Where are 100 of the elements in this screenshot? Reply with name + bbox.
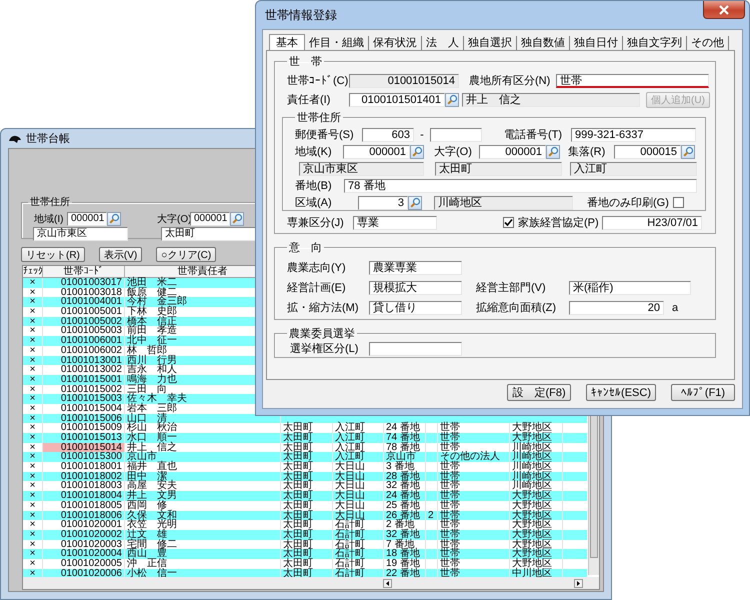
table-cell[interactable]: 01001018004 [43, 491, 125, 501]
column-header[interactable]: 世帯ｺｰﾄﾞ [43, 266, 125, 277]
table-cell: 大野地区 [510, 491, 563, 501]
table-cell: × [23, 491, 43, 501]
field-label: 家族経営協定(P) [518, 216, 600, 230]
checkbox[interactable] [503, 217, 514, 228]
group-title: 農業委員選挙 [288, 326, 356, 341]
unit-label: a [671, 302, 678, 314]
table-cell[interactable]: 01001006001 [43, 336, 125, 346]
table-cell: 井上 文男 [125, 491, 281, 501]
table-cell: 川崎地区 [510, 472, 563, 482]
search-icon[interactable] [546, 144, 560, 158]
table-cell: 大日山 [333, 491, 384, 501]
input-field[interactable]: 000001 [479, 144, 546, 158]
input-field[interactable]: 999-321-6337 [571, 128, 696, 142]
table-cell: 世帯 [438, 510, 510, 520]
field-label: 番地(B) [295, 178, 333, 193]
table-cell: × [23, 472, 43, 482]
input-field[interactable]: 世帯 [556, 74, 709, 88]
table-cell[interactable]: 01001020002 [43, 530, 125, 540]
input-field[interactable]: H23/07/01 [602, 216, 702, 230]
window-title: 世帯台帳 [26, 132, 70, 146]
table-cell: 世帯 [438, 472, 510, 482]
input-field[interactable]: 規模拡大 [369, 280, 462, 294]
column-header[interactable]: ﾁｪｯｸ [23, 266, 43, 277]
table-cell: 辻文 雄 [125, 530, 281, 540]
input-field[interactable]: 000015 [614, 144, 681, 158]
table-cell[interactable]: 01001020004 [43, 549, 125, 559]
dialog-button[interactable]: ﾍﾙﾌﾟ(F1) [671, 384, 735, 401]
input-field[interactable] [369, 342, 462, 356]
input-field[interactable]: 000001 [343, 144, 410, 158]
input-field[interactable]: 専業 [353, 216, 437, 230]
table-cell: 2 [426, 510, 438, 520]
table-cell: 28 番地 [384, 472, 426, 482]
input-field[interactable]: 78 番地 [344, 178, 697, 192]
search-icon[interactable] [410, 144, 424, 158]
input-field[interactable]: 米(稲作) [569, 280, 691, 294]
table-cell: 18 番地 [384, 549, 426, 559]
table-cell[interactable]: 01001003017 [43, 278, 125, 288]
table-cell: × [23, 510, 43, 520]
display-field: 京山市東区 [299, 162, 424, 176]
table-cell: 大野地区 [510, 549, 563, 559]
toolbar-button[interactable]: ○クリア(C) [156, 247, 216, 262]
field-label: 世帯ｺｰﾄﾞ(C) [287, 74, 349, 88]
toolbar-button[interactable]: リセット(R) [21, 247, 85, 262]
search-icon[interactable] [408, 196, 422, 210]
input-field[interactable]: 0100101501401 [349, 92, 445, 106]
field-label: 責任者(I) [287, 93, 332, 107]
table-cell: 大日山 [333, 472, 384, 482]
field-label: 専兼区分(J) [287, 216, 345, 230]
table-cell: 大野地区 [510, 433, 563, 443]
close-icon [718, 4, 730, 14]
search-icon[interactable] [445, 92, 459, 106]
table-cell: 石計町 [333, 530, 384, 540]
checkbox[interactable] [673, 197, 684, 208]
close-button[interactable] [703, 1, 745, 19]
tab[interactable]: 基本 [269, 34, 305, 50]
table-cell: 世帯 [438, 530, 510, 540]
search-icon[interactable] [107, 212, 121, 226]
table-cell[interactable]: 01001018002 [43, 472, 125, 482]
table-cell: 水口 順一 [125, 433, 281, 443]
input-field[interactable]: 000001 [190, 212, 230, 226]
table-cell[interactable]: 01001018006 [43, 510, 125, 520]
scroll-right-icon[interactable] [574, 578, 583, 588]
search-icon[interactable] [681, 144, 695, 158]
input-field[interactable]: 20 [569, 300, 664, 314]
field-label: 番地のみ印刷(G) [587, 196, 670, 210]
display-field: 川崎地区 [434, 196, 573, 210]
dialog-button[interactable]: 設 定(F8) [507, 384, 572, 401]
app-icon [8, 134, 22, 144]
group-title: 世帯住所 [29, 196, 71, 209]
table-cell: × [23, 549, 43, 559]
table-cell[interactable]: 01001005002 [43, 316, 125, 326]
input-field[interactable]: 貸し借り [369, 300, 462, 314]
table-cell[interactable]: 01001015300 [43, 452, 125, 462]
toolbar-button[interactable]: 表示(V) [98, 247, 142, 262]
display-field: 入江町 [570, 162, 697, 176]
table-cell: 世帯 [438, 549, 510, 559]
group-title: 意 向 [288, 241, 323, 255]
input-field[interactable] [430, 128, 482, 142]
table-cell[interactable]: 01001015001 [43, 374, 125, 385]
group-title: 世 帯 [288, 55, 323, 69]
table-cell[interactable]: 01001004001 [43, 297, 125, 308]
table-cell: 太田町 [281, 530, 333, 540]
field-label: 選挙権区分(L) [290, 342, 360, 356]
table-cell[interactable]: 01001013001 [43, 356, 125, 366]
table-cell: 32 番地 [384, 530, 426, 540]
table-cell: 太田町 [281, 549, 333, 559]
dialog-button[interactable]: ｷｬﾝｾﾙ(ESC) [586, 384, 656, 401]
search-icon[interactable] [230, 212, 244, 226]
scroll-left-icon[interactable] [383, 578, 392, 588]
input-field[interactable]: 603 [362, 128, 414, 142]
input-field[interactable]: 3 [358, 196, 408, 210]
field-label: 大字(O) [434, 144, 473, 159]
table-cell[interactable]: 01001015003 [43, 394, 125, 404]
input-field[interactable]: 農業専業 [369, 260, 462, 274]
input-field[interactable]: 000001 [67, 212, 107, 226]
table-cell[interactable]: 01001015006 [43, 414, 125, 424]
table-cell: × [23, 316, 43, 326]
table-cell: × [23, 414, 43, 424]
